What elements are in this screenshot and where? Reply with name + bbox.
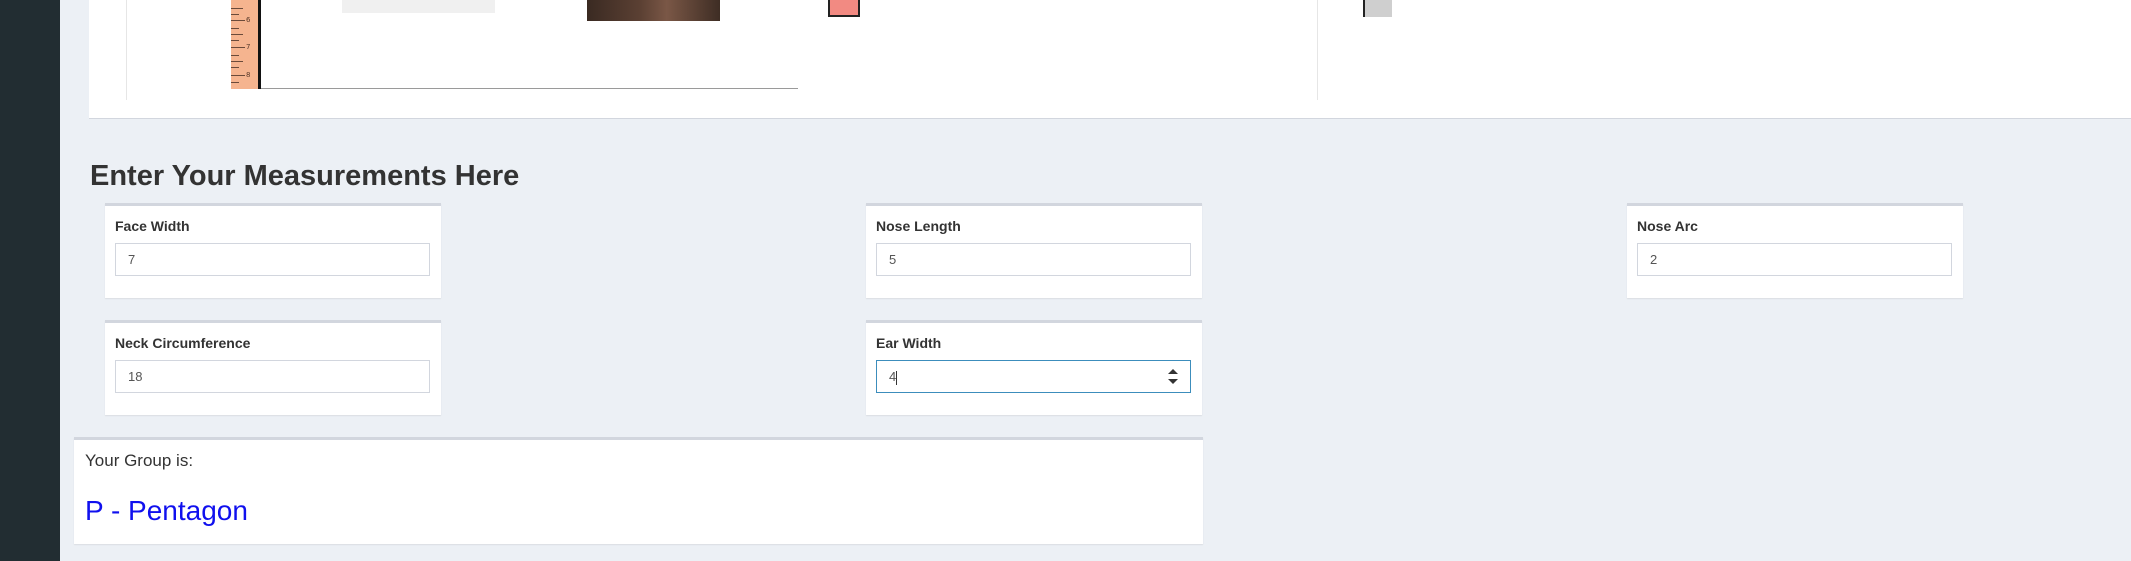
ruler-number: 7 [246,43,251,51]
group-result-box: Your Group is: P - Pentagon [74,437,1203,544]
nose-length-value: 5 [889,252,897,267]
face-width-label: Face Width [115,218,190,234]
face-width-input[interactable]: 7 [115,243,430,276]
figure-baseline [261,88,798,89]
text-caret [896,370,898,385]
ear-width-value: 4 [889,369,897,384]
nose-arc-label: Nose Arc [1637,218,1698,234]
neck-circumference-card: Neck Circumference 18 [105,320,441,415]
red-measure-bar [828,0,860,17]
neck-circumference-input[interactable]: 18 [115,360,430,393]
face-photo [587,0,720,21]
ear-width-card: Ear Width 4 [866,320,1202,415]
ear-width-label: Ear Width [876,335,942,351]
left-column-divider [89,0,127,100]
ruler-number: 8 [246,71,251,79]
gray-measure-bar [1363,0,1392,17]
section-title: Enter Your Measurements Here [90,160,520,192]
number-spinner[interactable] [1168,369,1178,385]
sidebar [0,0,60,561]
nose-length-input[interactable]: 5 [876,243,1191,276]
ear-width-input[interactable]: 4 [876,360,1191,393]
nose-length-card: Nose Length 5 [866,203,1202,298]
group-result-label: Your Group is: [85,451,194,470]
nose-arc-card: Nose Arc 2 [1627,203,1963,298]
placeholder-block [342,0,495,13]
top-figure-panel: 6 7 8 [89,0,2131,119]
right-column-panel [1317,0,2131,100]
ruler-graphic: 6 7 8 [231,0,261,89]
face-width-value: 7 [128,252,136,267]
neck-circumference-label: Neck Circumference [115,335,251,351]
spinner-down-icon[interactable] [1168,379,1178,384]
neck-circumference-value: 18 [128,369,143,384]
group-result-value: P - Pentagon [85,495,248,526]
nose-length-label: Nose Length [876,218,961,234]
spinner-up-icon[interactable] [1168,369,1178,374]
ruler-number: 6 [246,16,251,24]
nose-arc-value: 2 [1650,252,1658,267]
face-width-card: Face Width 7 [105,203,441,298]
nose-arc-input[interactable]: 2 [1637,243,1952,276]
